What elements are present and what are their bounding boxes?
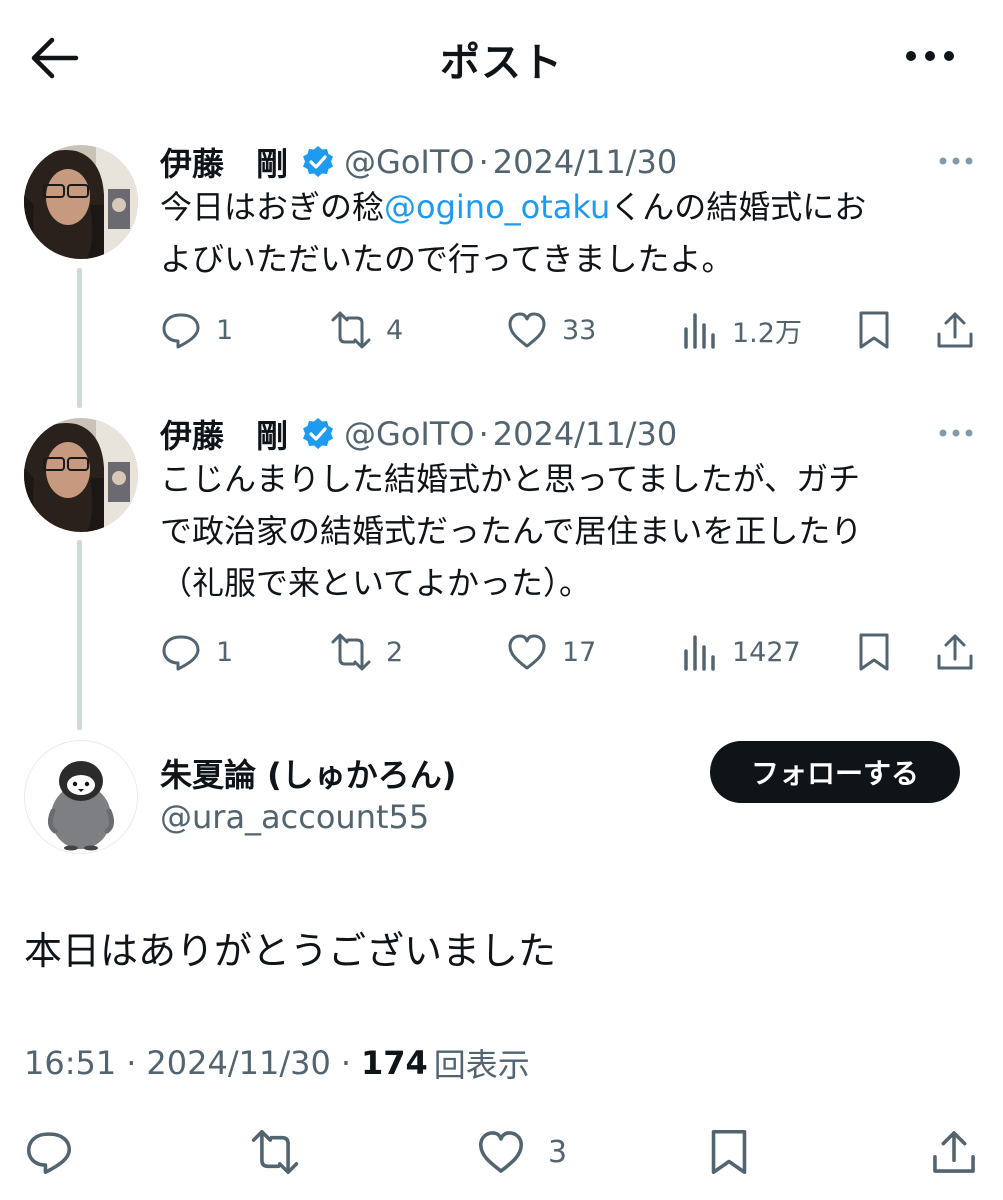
tweet-text-part: くんの結婚式にお: [610, 188, 867, 226]
more-icon: [939, 157, 973, 165]
like-icon: [478, 1131, 524, 1173]
reply-button[interactable]: 1: [160, 627, 233, 677]
tweet-text: こじんまりした結婚式かと思ってましたが、ガチ で政治家の結婚式だったんで居住まい…: [160, 453, 970, 609]
tweet-text-part: で政治家の結婚式だったんで居住まいを正したり: [160, 512, 863, 550]
verified-badge-icon: [303, 146, 334, 177]
separator-dot: ·: [126, 1044, 137, 1082]
post-time[interactable]: 16:51: [24, 1044, 116, 1082]
like-button[interactable]: 3: [476, 1122, 567, 1182]
tweet-more-button[interactable]: [936, 149, 976, 173]
thread-line: [77, 268, 82, 408]
tweet-date[interactable]: 2024/11/30: [493, 143, 677, 181]
tweet-header: 伊藤 剛 @GoITO · 2024/11/30: [160, 137, 677, 187]
bookmark-button[interactable]: [853, 305, 895, 355]
reply-icon: [162, 635, 200, 671]
profile-photo-icon: [24, 418, 138, 532]
post-date[interactable]: 2024/11/30: [146, 1044, 330, 1082]
thread-line: [77, 540, 82, 730]
author-handle[interactable]: @GoITO: [344, 415, 475, 453]
tweet-text-part: （礼服で来といてよかった）。: [160, 564, 592, 602]
tweet-actions: 1 4 33 1.2万: [160, 305, 980, 355]
share-button[interactable]: [934, 305, 976, 355]
like-count: 33: [562, 314, 597, 346]
share-icon: [933, 1131, 975, 1173]
tweet-more-button[interactable]: [936, 421, 976, 445]
views-count: 1427: [732, 636, 801, 668]
avatar[interactable]: [24, 145, 138, 259]
bookmark-icon: [859, 633, 889, 671]
follow-button[interactable]: フォローする: [710, 741, 960, 803]
views-label: 回表示: [433, 1046, 530, 1084]
avatar[interactable]: [24, 418, 138, 532]
share-button[interactable]: [934, 627, 976, 677]
views-icon: [684, 635, 715, 671]
views-icon: [684, 313, 715, 349]
mention-link[interactable]: @ogino_otaku: [384, 188, 610, 226]
tweet-header: 伊藤 剛 @GoITO · 2024/11/30: [160, 409, 677, 459]
reply-button[interactable]: [24, 1122, 74, 1182]
like-count: 17: [562, 636, 597, 668]
tweet-actions: 1 2 17 1427: [160, 627, 980, 677]
header-bar: ポスト: [0, 0, 1003, 112]
repost-count: 2: [386, 636, 404, 668]
like-icon: [508, 634, 546, 670]
post-actions: 3: [0, 1122, 1003, 1182]
page-title: ポスト: [440, 40, 563, 86]
tweet-text-part: こじんまりした結婚式かと思ってましたが、ガチ: [160, 460, 861, 498]
bookmark-button[interactable]: [853, 627, 895, 677]
repost-count: 4: [386, 314, 404, 346]
reply-icon: [26, 1132, 72, 1175]
separator-dot: ·: [478, 415, 489, 453]
repost-icon: [251, 1129, 299, 1175]
repost-icon: [331, 633, 371, 671]
post-meta: 16:51 · 2024/11/30 · 174 回表示: [24, 1040, 530, 1086]
repost-button[interactable]: 2: [330, 627, 403, 677]
tweet-date[interactable]: 2024/11/30: [493, 415, 677, 453]
like-count: 3: [548, 1134, 568, 1170]
reply-count: 1: [216, 314, 234, 346]
separator-dot: ·: [340, 1044, 351, 1082]
views-count: 174: [361, 1044, 428, 1082]
repost-button[interactable]: [250, 1122, 300, 1182]
penguin-avatar-icon: [25, 741, 137, 853]
share-button[interactable]: [929, 1122, 979, 1182]
views-button[interactable]: 1427: [680, 627, 801, 677]
author-name[interactable]: 伊藤 剛: [160, 411, 288, 457]
author-handle[interactable]: @ura_account55: [160, 798, 429, 836]
author-handle[interactable]: @GoITO: [344, 143, 475, 181]
bookmark-icon: [859, 311, 889, 349]
like-button[interactable]: 17: [506, 627, 596, 677]
share-icon: [937, 312, 973, 348]
post-text: 本日はありがとうございました: [24, 929, 557, 973]
more-button[interactable]: [900, 40, 960, 72]
views-count: 1.2万: [732, 317, 802, 349]
separator-dot: ·: [478, 143, 489, 181]
share-icon: [937, 634, 973, 670]
more-icon: [939, 429, 973, 437]
tweet-text: 今日はおぎの稔@ogino_otakuくんの結婚式にお よびいただいたので行って…: [160, 181, 970, 285]
reply-button[interactable]: 1: [160, 305, 233, 355]
bookmark-button[interactable]: [704, 1122, 754, 1182]
verified-badge-icon: [303, 418, 334, 449]
like-button[interactable]: 33: [506, 305, 596, 355]
more-icon: [906, 51, 954, 61]
reply-icon: [162, 313, 200, 349]
tweet-text-part: よびいただいたので行ってきましたよ。: [160, 240, 734, 278]
tweet-text-part: 今日はおぎの稔: [160, 188, 385, 226]
views-button[interactable]: 1.2万: [680, 305, 802, 355]
like-icon: [508, 312, 546, 348]
repost-icon: [331, 311, 371, 349]
bookmark-icon: [711, 1129, 747, 1175]
author-name[interactable]: 朱夏論 (しゅかろん): [160, 750, 456, 796]
repost-button[interactable]: 4: [330, 305, 403, 355]
avatar[interactable]: [24, 740, 138, 854]
profile-photo-icon: [24, 145, 138, 259]
reply-count: 1: [216, 636, 234, 668]
author-name[interactable]: 伊藤 剛: [160, 139, 288, 185]
